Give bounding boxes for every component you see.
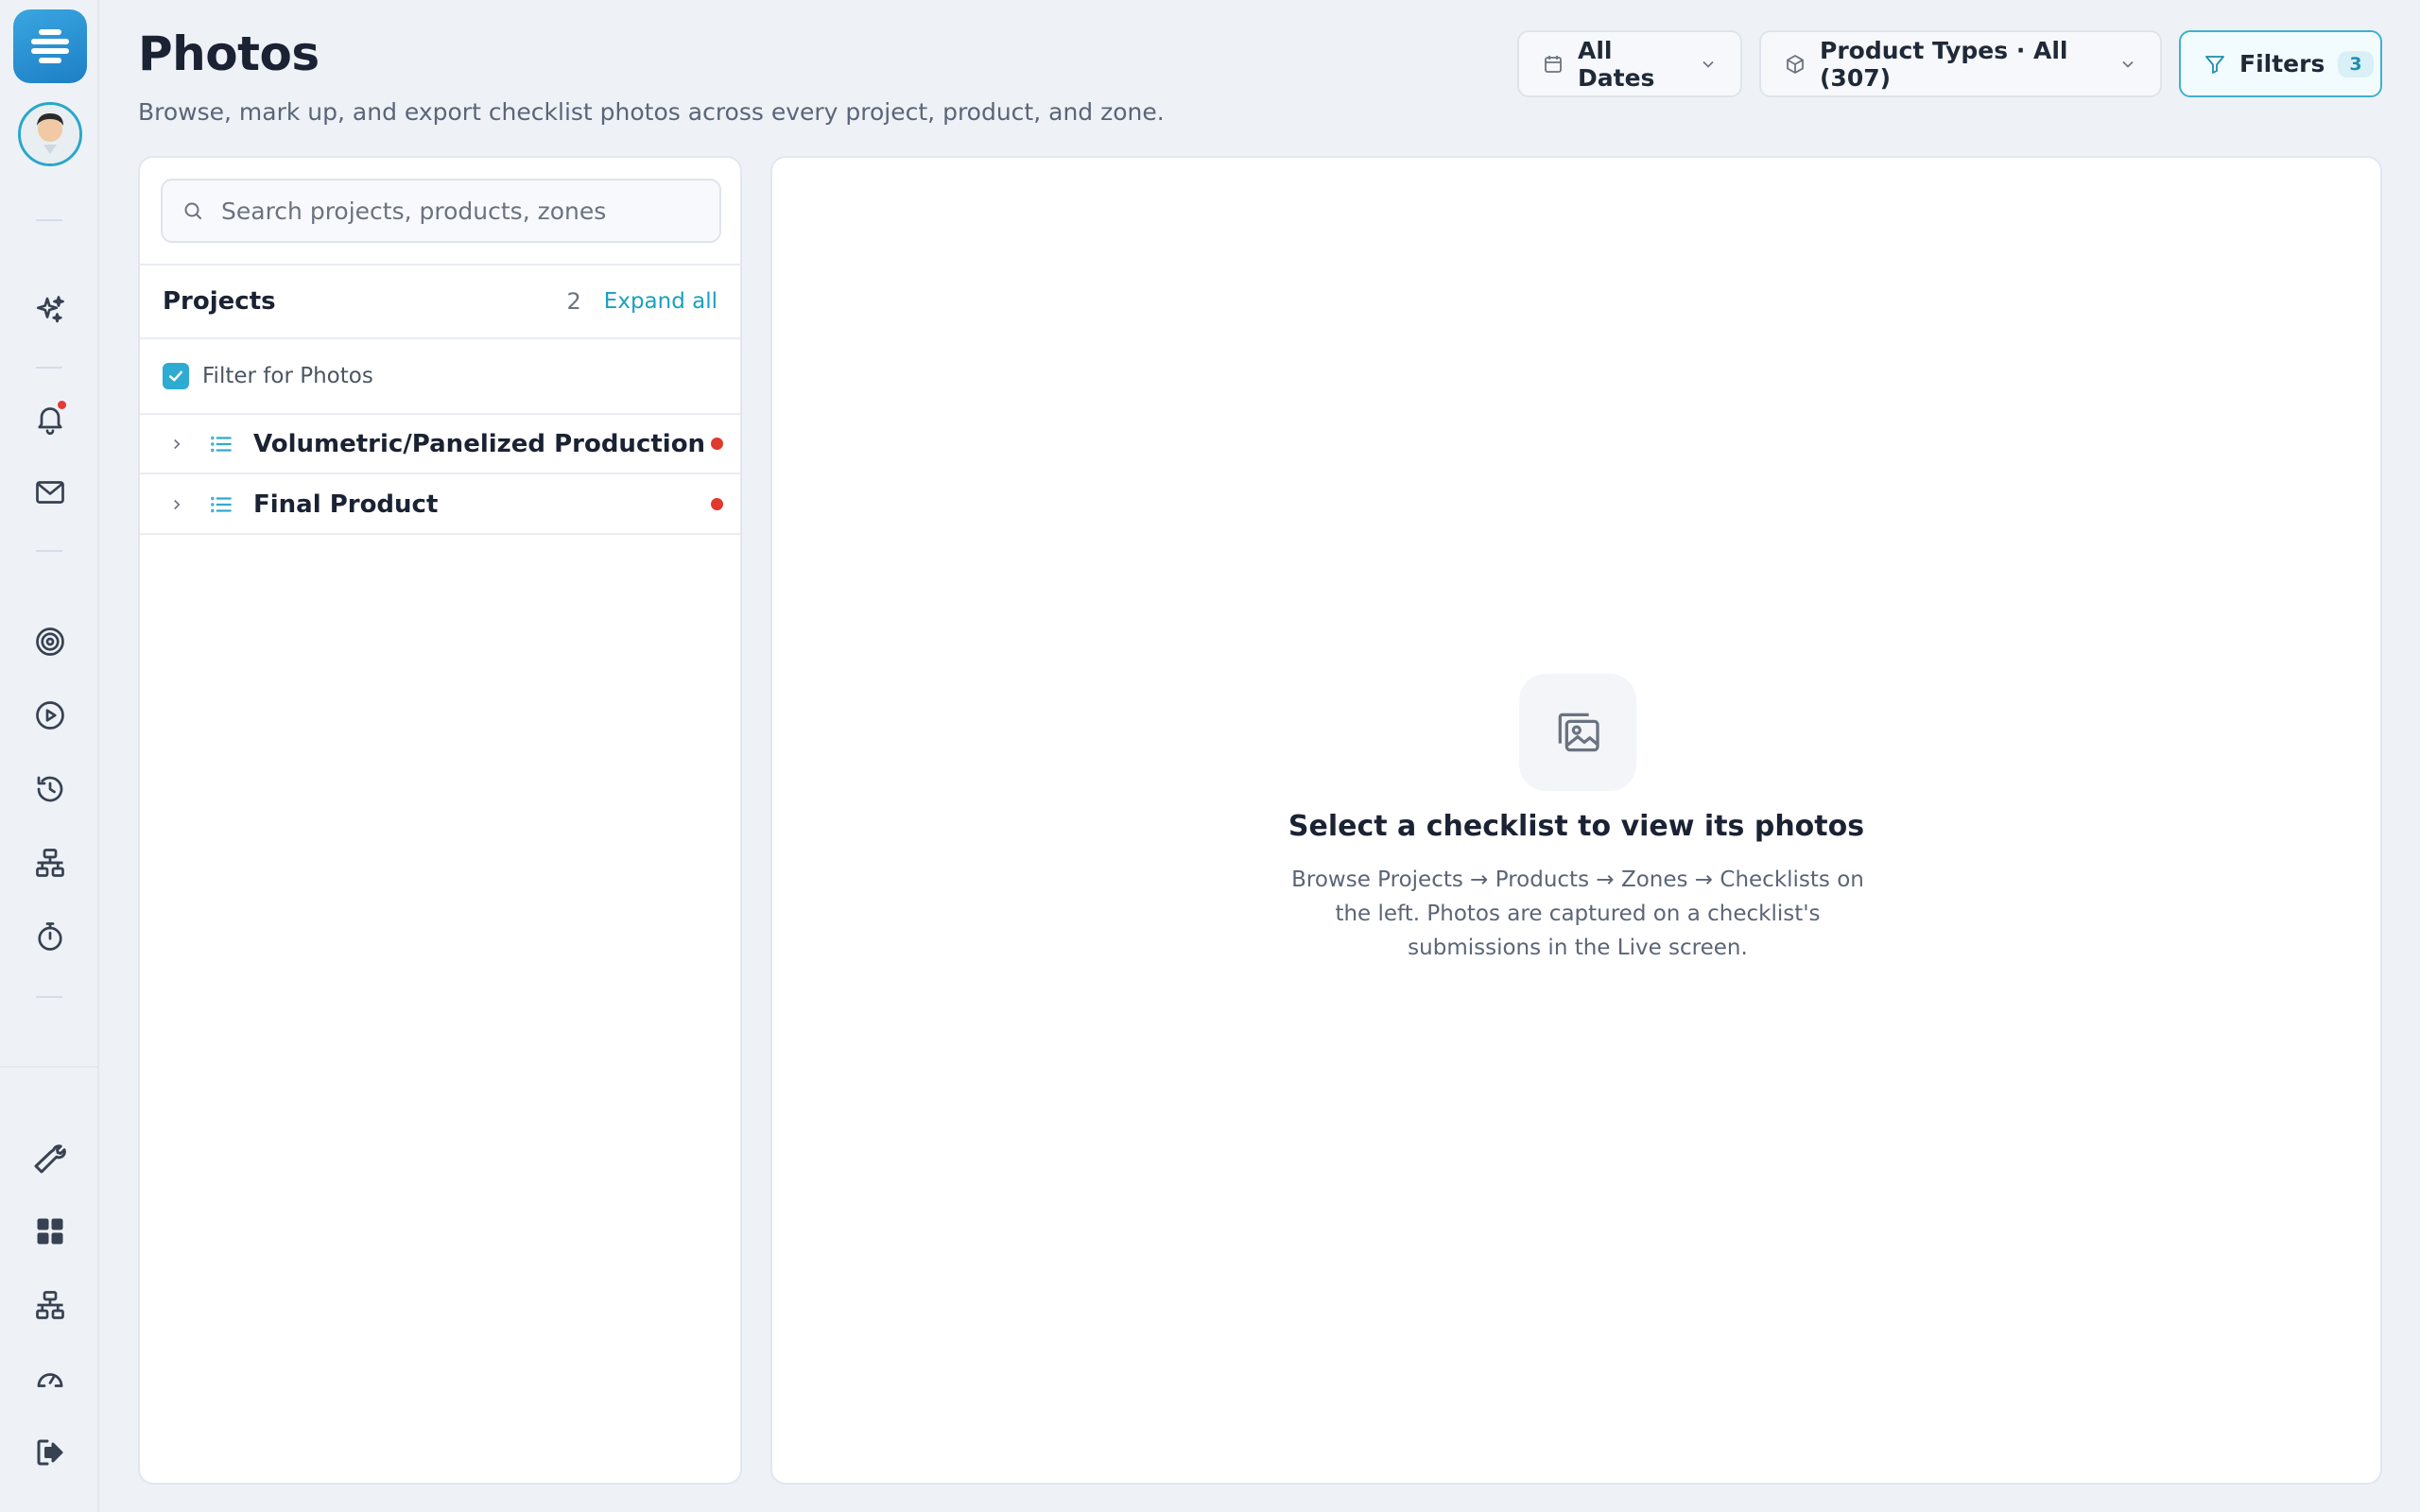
product-types-dropdown[interactable]: Product Types · All (307) — [1759, 30, 2162, 97]
chevron-right-icon[interactable] — [168, 436, 195, 453]
projects-panel: Projects 2 Expand all Filter for Photos … — [138, 156, 742, 1485]
hierarchy-icon[interactable] — [26, 839, 74, 886]
filter-for-photos-checkbox[interactable] — [163, 363, 189, 389]
mail-icon[interactable] — [26, 469, 74, 516]
checkmark-icon — [168, 370, 183, 382]
sparkles-icon[interactable] — [26, 286, 74, 334]
product-types-dropdown-label: Product Types · All (307) — [1820, 36, 2068, 92]
expand-all-link[interactable]: Expand all — [604, 289, 717, 314]
list-icon — [200, 432, 242, 456]
avatar[interactable] — [18, 102, 82, 166]
filter-for-photos-label: Filter for Photos — [202, 364, 373, 388]
sidebar-section-divider — [0, 1066, 99, 1068]
search-icon — [184, 202, 201, 219]
sidebar-divider — [36, 550, 62, 552]
projects-count: 2 — [566, 288, 581, 315]
project-row[interactable]: Volumetric/Panelized Production — [140, 415, 740, 474]
projects-title: Projects — [163, 287, 276, 316]
project-row[interactable]: Final Product — [140, 475, 740, 535]
page-title: Photos — [138, 26, 320, 81]
page-subtitle: Browse, mark up, and export checklist ph… — [138, 98, 1165, 126]
chevron-down-icon — [2122, 60, 2134, 68]
filters-button[interactable]: Filters 3 — [2179, 30, 2382, 97]
list-icon — [200, 492, 242, 517]
network-icon[interactable] — [26, 1281, 74, 1329]
sidebar-divider — [36, 219, 62, 221]
filter-for-photos-row: Filter for Photos — [140, 339, 740, 415]
app-logo-icon[interactable] — [13, 9, 87, 83]
chevron-right-icon[interactable] — [168, 496, 195, 513]
dates-dropdown-label: All Dates — [1578, 36, 1655, 92]
sidebar-divider — [36, 996, 62, 998]
empty-state-title: Select a checklist to view its photos — [1288, 810, 1865, 843]
logout-icon[interactable] — [26, 1429, 74, 1476]
photos-icon — [1558, 713, 1599, 752]
bell-icon[interactable] — [26, 395, 74, 442]
sidebar — [0, 0, 99, 1512]
notification-dot — [58, 401, 66, 409]
wrench-icon[interactable] — [26, 1134, 74, 1181]
project-label: Volumetric/Panelized Production — [253, 429, 706, 458]
status-dot — [711, 498, 723, 510]
calendar-icon — [1545, 55, 1562, 73]
status-dot — [711, 438, 723, 450]
dates-dropdown[interactable]: All Dates — [1517, 30, 1742, 97]
filters-button-label: Filters — [2239, 50, 2325, 77]
search-box — [161, 179, 721, 243]
box-icon — [1787, 54, 1804, 74]
history-icon[interactable] — [26, 765, 74, 813]
empty-state-description: Browse Projects → Products → Zones → Che… — [1291, 868, 1864, 960]
search-input[interactable] — [221, 197, 700, 225]
sidebar-divider — [36, 367, 62, 369]
photos-panel: Select a checklist to view its photos Br… — [770, 156, 2382, 1485]
funnel-icon — [2205, 55, 2224, 74]
gauge-icon[interactable] — [26, 1355, 74, 1402]
project-label: Final Product — [253, 490, 439, 519]
target-icon[interactable] — [26, 618, 74, 665]
dashboard-icon[interactable] — [26, 1208, 74, 1255]
empty-state-icon-box — [1519, 674, 1636, 791]
chevron-down-icon — [1703, 60, 1714, 68]
stopwatch-icon[interactable] — [26, 913, 74, 960]
projects-header: Projects 2 Expand all — [140, 264, 740, 339]
filters-count-badge: 3 — [2338, 50, 2374, 77]
play-icon[interactable] — [26, 692, 74, 739]
